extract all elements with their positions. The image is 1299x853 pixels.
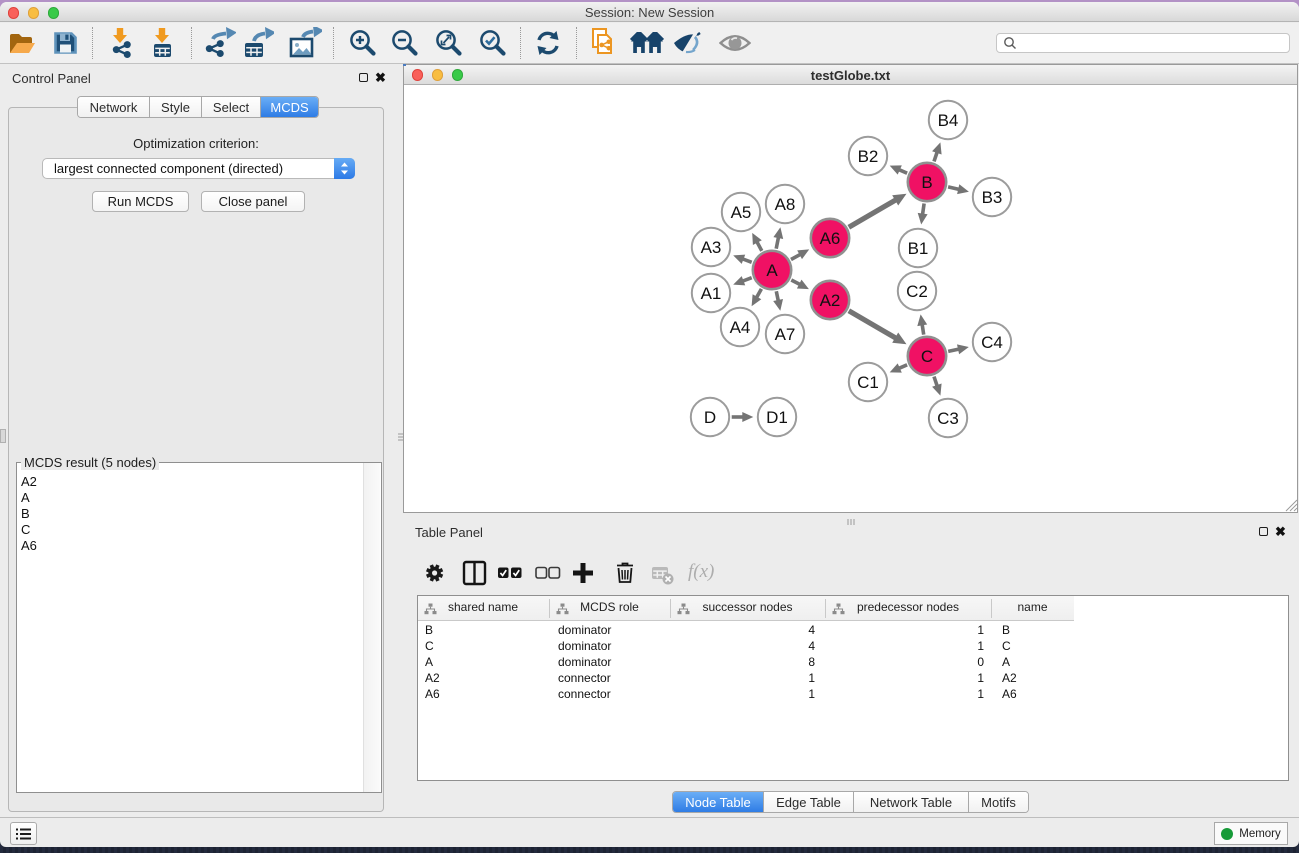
svg-text:C2: C2 (906, 282, 928, 301)
svg-text:B4: B4 (938, 111, 959, 130)
svg-text:B3: B3 (982, 188, 1003, 207)
svg-text:A2: A2 (820, 291, 841, 310)
svg-text:A5: A5 (731, 203, 752, 222)
svg-text:A6: A6 (820, 229, 841, 248)
svg-text:D1: D1 (766, 408, 788, 427)
svg-text:A8: A8 (775, 195, 796, 214)
svg-text:B1: B1 (908, 239, 929, 258)
svg-text:C: C (921, 347, 933, 366)
svg-text:A: A (766, 261, 778, 280)
svg-text:D: D (704, 408, 716, 427)
svg-text:A1: A1 (701, 284, 722, 303)
svg-text:C4: C4 (981, 333, 1003, 352)
svg-text:A4: A4 (730, 318, 751, 337)
svg-text:A7: A7 (775, 325, 796, 344)
svg-text:C1: C1 (857, 373, 879, 392)
svg-text:B2: B2 (858, 147, 879, 166)
svg-text:C3: C3 (937, 409, 959, 428)
svg-text:B: B (921, 173, 932, 192)
svg-text:A3: A3 (701, 238, 722, 257)
